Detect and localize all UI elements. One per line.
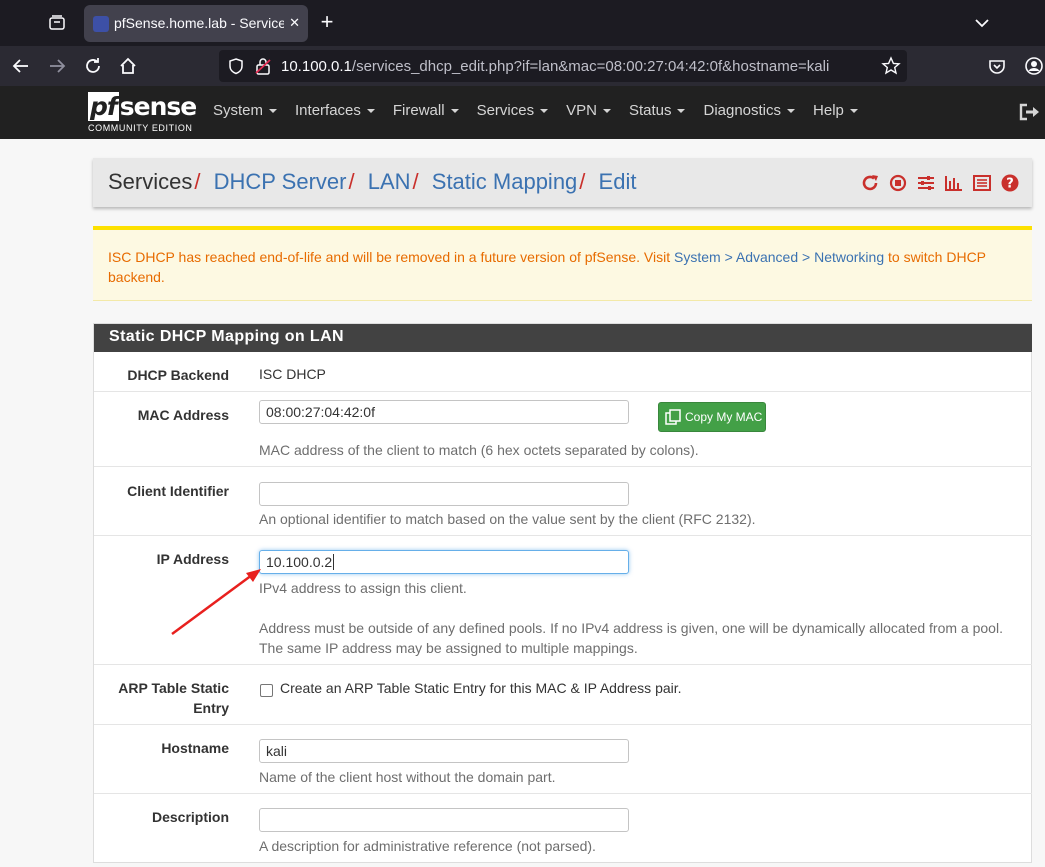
browser-nav-bar: 10.100.0.1/services_dhcp_edit.php?if=lan… bbox=[0, 46, 1045, 86]
pfsense-logo[interactable]: pf sense COMMUNITY EDITION bbox=[88, 92, 198, 136]
client-identifier-help: An optional identifier to match based on… bbox=[259, 511, 756, 527]
breadcrumb-dhcp-server[interactable]: DHCP Server bbox=[214, 169, 347, 194]
panel-title: Static DHCP Mapping on LAN bbox=[94, 324, 1032, 352]
arp-static-checkbox[interactable] bbox=[260, 684, 273, 697]
mac-address-label: MAC Address bbox=[137, 407, 229, 423]
menu-diagnostics[interactable]: Diagnostics bbox=[703, 102, 796, 119]
ip-address-multiple-note: The same IP address may be assigned to m… bbox=[259, 640, 638, 656]
row-dhcp-backend: DHCP Backend ISC DHCP bbox=[94, 352, 1032, 392]
browser-tab-bar: pfSense.home.lab - Services: DHCP ✕ + bbox=[0, 0, 1045, 46]
chart-icon[interactable] bbox=[944, 173, 964, 193]
menu-interfaces[interactable]: Interfaces bbox=[295, 102, 375, 119]
description-input[interactable] bbox=[259, 808, 629, 832]
description-label: Description bbox=[151, 809, 229, 825]
reload-icon[interactable] bbox=[80, 53, 106, 79]
svg-text:?: ? bbox=[1006, 177, 1014, 192]
logout-icon[interactable] bbox=[1018, 102, 1040, 122]
mac-address-input[interactable]: 08:00:27:04:42:0f bbox=[259, 400, 629, 424]
arp-static-label: ARP Table Static Entry bbox=[118, 680, 229, 716]
row-description: Description A description for administra… bbox=[94, 794, 1032, 863]
eol-warning-alert: ISC DHCP has reached end-of-life and wil… bbox=[93, 226, 1032, 301]
menu-firewall[interactable]: Firewall bbox=[393, 102, 459, 119]
ip-address-help: IPv4 address to assign this client. bbox=[259, 580, 467, 596]
arp-static-checkbox-label[interactable]: Create an ARP Table Static Entry for thi… bbox=[280, 680, 682, 696]
ip-address-pool-note: Address must be outside of any defined p… bbox=[259, 620, 1003, 636]
breadcrumb-static-mapping[interactable]: Static Mapping bbox=[432, 169, 578, 194]
row-client-identifier: Client Identifier An optional identifier… bbox=[94, 467, 1032, 536]
tab-title: pfSense.home.lab - Services: DHCP bbox=[114, 15, 284, 31]
menu-vpn[interactable]: VPN bbox=[566, 102, 611, 119]
hostname-label: Hostname bbox=[161, 740, 229, 756]
description-help: A description for administrative referen… bbox=[259, 838, 596, 854]
row-hostname: Hostname kali Name of the client host wi… bbox=[94, 725, 1032, 794]
insecure-lock-icon[interactable] bbox=[253, 56, 273, 76]
bookmark-star-icon[interactable] bbox=[881, 56, 901, 76]
help-icon[interactable]: ? bbox=[1000, 173, 1020, 193]
restart-service-icon[interactable] bbox=[860, 173, 880, 193]
dhcp-backend-value: ISC DHCP bbox=[259, 366, 326, 382]
hostname-help: Name of the client host without the doma… bbox=[259, 769, 556, 785]
breadcrumb-root: Services bbox=[108, 169, 193, 194]
breadcrumb-lan[interactable]: LAN bbox=[368, 169, 411, 194]
forward-arrow-icon[interactable] bbox=[44, 53, 70, 79]
active-tab[interactable]: pfSense.home.lab - Services: DHCP ✕ bbox=[84, 5, 308, 42]
home-icon[interactable] bbox=[115, 53, 141, 79]
pocket-icon[interactable] bbox=[984, 53, 1010, 79]
copy-my-mac-button[interactable]: Copy My MAC bbox=[658, 402, 766, 432]
client-identifier-label: Client Identifier bbox=[127, 483, 229, 499]
stop-service-icon[interactable] bbox=[888, 173, 908, 193]
pfsense-favicon bbox=[93, 16, 109, 32]
list-icon[interactable] bbox=[972, 173, 992, 193]
menu-system[interactable]: System bbox=[213, 102, 278, 119]
url-bar[interactable]: 10.100.0.1/services_dhcp_edit.php?if=lan… bbox=[219, 50, 907, 82]
mac-address-help: MAC address of the client to match (6 he… bbox=[259, 442, 699, 458]
menu-services[interactable]: Services bbox=[477, 102, 549, 119]
main-menu: System Interfaces Firewall Services VPN … bbox=[213, 102, 876, 119]
menu-status[interactable]: Status bbox=[629, 102, 686, 119]
row-mac-address: MAC Address 08:00:27:04:42:0f Copy My MA… bbox=[94, 392, 1032, 467]
menu-help[interactable]: Help bbox=[813, 102, 858, 119]
dhcp-backend-label: DHCP Backend bbox=[127, 367, 229, 383]
annotation-arrow-icon bbox=[171, 569, 261, 636]
url-text[interactable]: 10.100.0.1/services_dhcp_edit.php?if=lan… bbox=[281, 58, 829, 75]
row-arp-static: ARP Table Static Entry Create an ARP Tabl… bbox=[94, 665, 1032, 725]
new-tab-button[interactable]: + bbox=[314, 10, 340, 36]
back-arrow-icon[interactable] bbox=[8, 53, 34, 79]
firefox-view-icon[interactable] bbox=[44, 10, 70, 36]
chevron-down-icon[interactable] bbox=[970, 12, 994, 34]
hostname-input[interactable]: kali bbox=[259, 739, 629, 763]
client-identifier-input[interactable] bbox=[259, 482, 629, 506]
breadcrumb-edit[interactable]: Edit bbox=[599, 169, 637, 194]
copy-icon bbox=[665, 409, 681, 425]
tab-close-icon[interactable]: ✕ bbox=[289, 15, 300, 31]
pfsense-navbar: pf sense COMMUNITY EDITION System Interfa… bbox=[0, 86, 1045, 139]
breadcrumb: Services/ DHCP Server/ LAN/ Static Mappi… bbox=[93, 158, 1032, 207]
account-icon[interactable] bbox=[1021, 53, 1045, 79]
shield-icon[interactable] bbox=[227, 57, 245, 75]
ip-address-input[interactable]: 10.100.0.2 bbox=[259, 550, 629, 574]
system-advanced-networking-link[interactable]: System > Advanced > Networking bbox=[674, 249, 884, 265]
sliders-icon[interactable] bbox=[916, 173, 936, 193]
